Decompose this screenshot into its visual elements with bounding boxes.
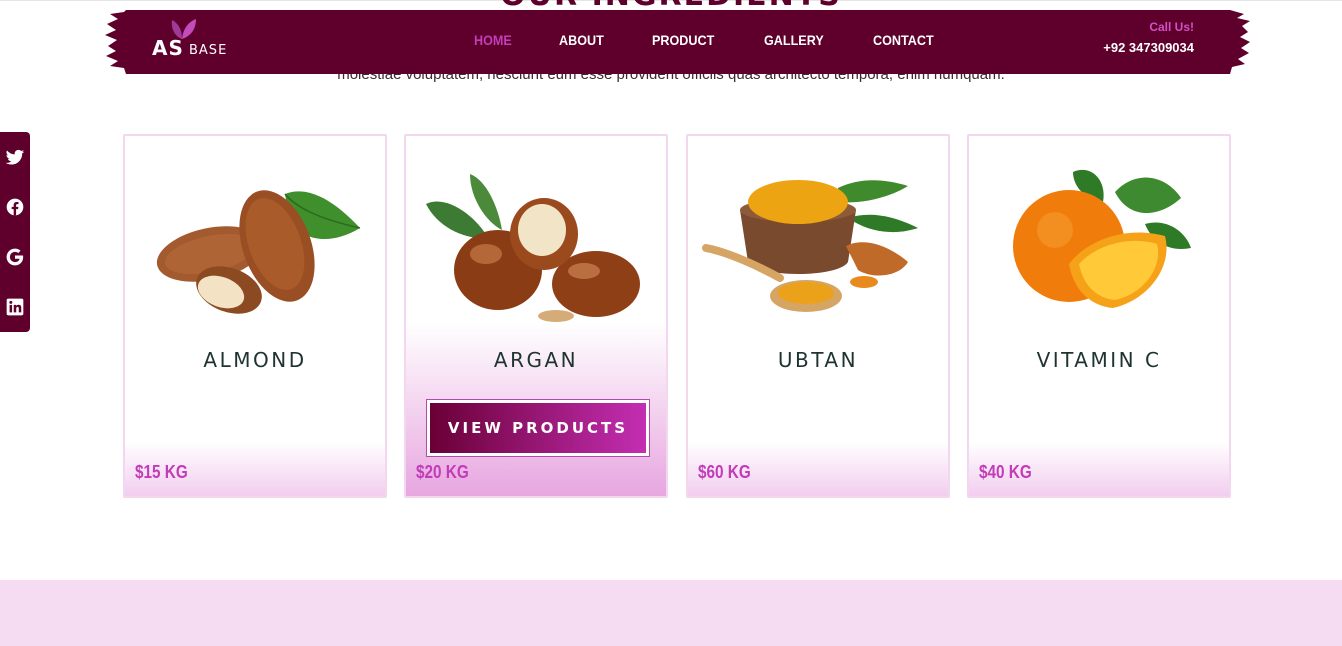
product-name: VITAMIN C [1036, 348, 1162, 372]
social-sidebar [0, 132, 30, 332]
logo-text-main: AS [152, 36, 184, 60]
product-price: $20 KG [416, 462, 469, 482]
phone-number[interactable]: +92 347309034 [1103, 40, 1194, 55]
argan-image [426, 174, 640, 322]
nav-about[interactable]: ABOUT [559, 32, 604, 48]
product-card-argan[interactable]: ARGAN VIEW PRODUCTS $20 KG [404, 134, 668, 498]
google-icon[interactable] [5, 247, 25, 267]
view-products-button[interactable]: VIEW PRODUCTS [426, 399, 650, 457]
call-us-block: Call Us! +92 347309034 [1103, 20, 1194, 55]
call-us-label: Call Us! [1149, 20, 1194, 34]
nav-product[interactable]: PRODUCT [652, 32, 714, 48]
orange-image [1013, 169, 1191, 308]
product-card-ubtan[interactable]: UBTAN $60 KG [686, 134, 950, 498]
product-name: ALMOND [203, 348, 307, 372]
product-card-almond[interactable]: ALMOND $15 KG [123, 134, 387, 498]
product-name: UBTAN [777, 348, 859, 372]
logo-text-sub: BASE [189, 43, 228, 58]
linkedin-icon[interactable] [5, 297, 25, 317]
almond-image [156, 190, 361, 314]
facebook-icon[interactable] [5, 197, 25, 217]
product-name: ARGAN [493, 348, 579, 372]
product-price: $60 KG [698, 462, 751, 482]
product-card-vitamin-c[interactable]: VITAMIN C $40 KG [967, 134, 1231, 498]
main-nav: HOME ABOUT PRODUCT GALLERY CONTACT [474, 6, 984, 74]
nav-gallery[interactable]: GALLERY [764, 32, 824, 48]
turmeric-image [702, 180, 918, 312]
footer-band [0, 580, 1342, 646]
site-header: AS BASE HOME ABOUT PRODUCT GALLERY CONTA… [104, 6, 1252, 74]
product-price: $40 KG [979, 462, 1032, 482]
nav-home[interactable]: HOME [474, 32, 512, 48]
nav-contact[interactable]: CONTACT [873, 32, 934, 48]
twitter-icon[interactable] [5, 147, 25, 167]
product-price: $15 KG [135, 462, 188, 482]
